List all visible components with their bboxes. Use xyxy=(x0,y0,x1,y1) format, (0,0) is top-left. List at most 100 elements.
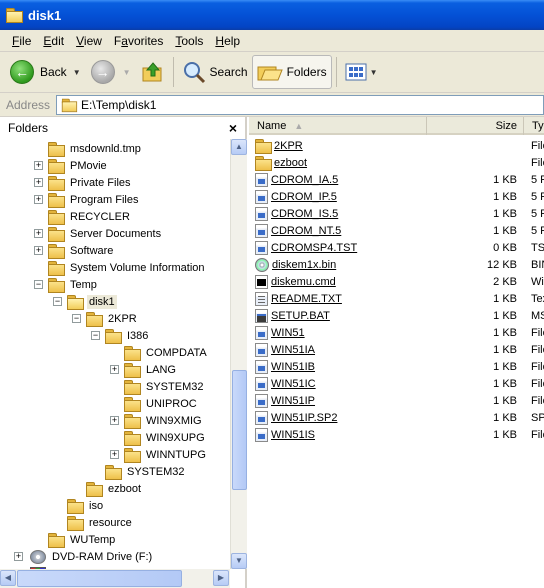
search-button[interactable]: Search xyxy=(178,55,252,89)
views-button[interactable]: ▼ xyxy=(341,55,388,89)
file-row[interactable]: WIN51IC 1 KB File xyxy=(249,375,544,392)
menu-file[interactable]: File xyxy=(6,34,37,48)
tree-item[interactable]: + PMovie xyxy=(34,157,109,174)
collapse-icon[interactable]: − xyxy=(34,280,43,289)
title-bar[interactable]: disk1 xyxy=(0,0,544,30)
tree-item[interactable]: RECYCLER xyxy=(48,208,132,225)
collapse-icon[interactable]: − xyxy=(72,314,81,323)
back-dropdown-icon[interactable]: ▼ xyxy=(73,68,81,77)
tree-item[interactable]: ezboot xyxy=(86,480,143,497)
tree-vertical-scrollbar[interactable]: ▲ ▼ xyxy=(230,139,247,569)
file-row[interactable]: diskem1x.bin 12 KB BIN xyxy=(249,256,544,273)
expand-icon[interactable]: + xyxy=(34,161,43,170)
tree-item[interactable]: − 2KPR xyxy=(72,310,139,327)
scroll-right-icon[interactable]: ▶ xyxy=(213,570,229,586)
menu-view[interactable]: View xyxy=(70,34,108,48)
file-row[interactable]: 2KPR File xyxy=(249,137,544,154)
h-scroll-thumb[interactable] xyxy=(17,570,182,587)
file-row[interactable]: ezboot File xyxy=(249,154,544,171)
tree-item[interactable]: + Private Files xyxy=(34,174,133,191)
scroll-up-icon[interactable]: ▲ xyxy=(231,139,247,155)
file-row[interactable]: WIN51IB 1 KB File xyxy=(249,358,544,375)
tree-item[interactable]: WUTemp xyxy=(48,531,117,548)
column-header-name[interactable]: Name ▲ xyxy=(249,117,427,135)
file-row[interactable]: README.TXT 1 KB Tex xyxy=(249,290,544,307)
back-button[interactable]: ← Back xyxy=(6,55,71,89)
tree-item[interactable]: UNIPROC xyxy=(124,395,199,412)
views-icon xyxy=(345,63,367,81)
tree-item[interactable]: msdownld.tmp xyxy=(48,140,143,157)
menu-tools[interactable]: Tools xyxy=(169,34,209,48)
tree-item[interactable]: + LANG xyxy=(110,361,178,378)
file-row[interactable]: WIN51IP 1 KB File xyxy=(249,392,544,409)
expand-icon[interactable]: + xyxy=(34,246,43,255)
address-input[interactable]: E:\Temp\disk1 xyxy=(56,94,544,115)
tree-item[interactable]: COMPDATA xyxy=(124,344,209,361)
file-row[interactable]: WIN51 1 KB File xyxy=(249,324,544,341)
expand-icon[interactable]: + xyxy=(34,178,43,187)
file-row[interactable]: CDROM_NT.5 1 KB 5 F xyxy=(249,222,544,239)
tree-item[interactable]: WIN9XUPG xyxy=(124,429,207,446)
tree-item[interactable]: + WINNTUPG xyxy=(110,446,208,463)
forward-dropdown-icon[interactable]: ▼ xyxy=(123,68,131,77)
tree-item[interactable]: + Software xyxy=(34,242,115,259)
file-row[interactable]: WIN51IS 1 KB File xyxy=(249,426,544,443)
file-type: File xyxy=(531,326,544,339)
file-type: File xyxy=(531,343,544,356)
tree-item-label: WIN9XUPG xyxy=(146,431,205,444)
forward-button[interactable]: → xyxy=(87,55,121,89)
file-name: ezboot xyxy=(274,156,308,169)
tree-item[interactable]: System Volume Information xyxy=(48,259,207,276)
expand-icon[interactable]: + xyxy=(110,450,119,459)
file-type: File xyxy=(531,377,544,390)
folder-icon xyxy=(48,227,65,242)
file-row[interactable]: CDROM_IA.5 1 KB 5 F xyxy=(249,171,544,188)
folder-icon xyxy=(255,156,272,171)
collapse-icon[interactable]: − xyxy=(91,331,100,340)
tree-item[interactable]: resource xyxy=(67,514,134,531)
file-row[interactable]: CDROM_IS.5 1 KB 5 F xyxy=(249,205,544,222)
file-size: 12 KB xyxy=(487,258,517,271)
file-row[interactable]: CDROMSP4.TST 0 KB TST xyxy=(249,239,544,256)
tree-item[interactable]: SYSTEM32 xyxy=(105,463,186,480)
collapse-icon[interactable]: − xyxy=(53,297,62,306)
tree-item[interactable]: − disk1 xyxy=(53,293,117,310)
column-header-size[interactable]: Size xyxy=(427,117,524,135)
expand-icon[interactable]: + xyxy=(14,552,23,561)
tree-item[interactable]: − Temp xyxy=(34,276,99,293)
tree-item[interactable]: + WIN9XMIG xyxy=(110,412,204,429)
file-name-cell: README.TXT xyxy=(255,291,342,306)
file-name: SETUP.BAT xyxy=(271,309,330,322)
menu-help[interactable]: Help xyxy=(209,34,246,48)
file-row[interactable]: CDROM_IP.5 1 KB 5 F xyxy=(249,188,544,205)
menu-edit[interactable]: Edit xyxy=(37,34,70,48)
expand-icon[interactable]: + xyxy=(34,195,43,204)
tree-item[interactable]: + Server Documents xyxy=(34,225,163,242)
scroll-thumb[interactable] xyxy=(232,370,247,490)
tree-item[interactable]: + DVD-RAM Drive (F:) xyxy=(14,548,154,565)
expand-icon[interactable]: + xyxy=(34,229,43,238)
file-row[interactable]: WIN51IA 1 KB File xyxy=(249,341,544,358)
scroll-left-icon[interactable]: ◀ xyxy=(0,570,16,586)
file-row[interactable]: SETUP.BAT 1 KB MS- xyxy=(249,307,544,324)
tree-item[interactable]: + Program Files xyxy=(34,191,140,208)
address-label: Address xyxy=(6,97,51,112)
expand-icon[interactable]: + xyxy=(110,416,119,425)
column-header-type[interactable]: Ty xyxy=(524,117,544,135)
menu-favorites[interactable]: Favorites xyxy=(108,34,169,48)
tree-item-label: ezboot xyxy=(108,482,142,495)
back-label: Back xyxy=(40,65,67,79)
tree-item[interactable]: iso xyxy=(67,497,105,514)
file-row[interactable]: WIN51IP.SP2 1 KB SP2 xyxy=(249,409,544,426)
folders-button[interactable]: Folders xyxy=(251,55,332,89)
file-icon xyxy=(255,223,268,238)
scroll-down-icon[interactable]: ▼ xyxy=(231,553,247,569)
close-icon[interactable]: × xyxy=(229,120,237,136)
tree-item[interactable]: SYSTEM32 xyxy=(124,378,205,395)
tree-horizontal-scrollbar[interactable]: ◀ ▶ xyxy=(0,569,230,588)
file-size: 2 KB xyxy=(493,275,517,288)
expand-icon[interactable]: + xyxy=(110,365,119,374)
file-row[interactable]: diskemu.cmd 2 KB Win xyxy=(249,273,544,290)
tree-item[interactable]: − I386 xyxy=(91,327,150,344)
up-button[interactable] xyxy=(137,55,169,89)
